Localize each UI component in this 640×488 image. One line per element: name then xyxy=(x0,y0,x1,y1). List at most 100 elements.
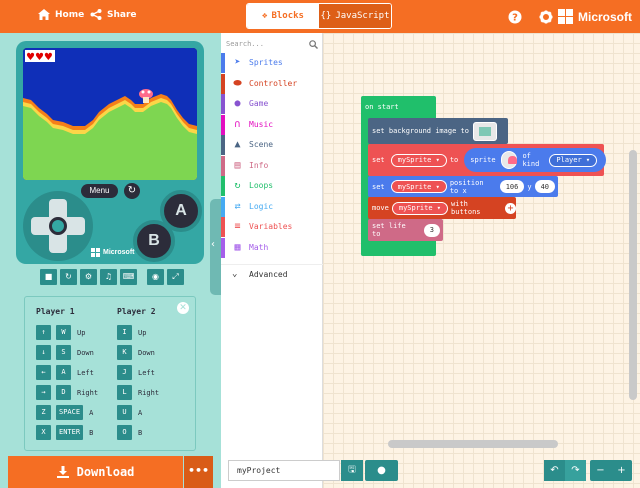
key-cap: → xyxy=(36,385,51,400)
home-button[interactable]: Home xyxy=(38,9,84,20)
move-label: move xyxy=(372,204,389,212)
redo-icon: ↷ xyxy=(571,465,580,476)
hearts-life-display: ♥♥♥ xyxy=(26,52,53,63)
chevron-left-icon: ‹ xyxy=(211,239,215,250)
to-label: to xyxy=(449,156,459,164)
category-game[interactable]: ● Game xyxy=(221,94,323,114)
x-value-input[interactable]: 106 xyxy=(499,180,525,193)
screenshot-icon[interactable]: ◉ xyxy=(147,269,164,285)
key-label: A xyxy=(89,408,94,417)
b-button[interactable]: B xyxy=(133,220,175,262)
key-row: U A xyxy=(117,405,142,420)
key-label: A xyxy=(138,408,143,417)
key-cap: ↓ xyxy=(36,345,51,360)
search-input[interactable]: Search... xyxy=(226,40,264,48)
console-brand: Microsoft xyxy=(91,248,135,257)
home-label: Home xyxy=(55,9,85,20)
puzzle-icon: ❖ xyxy=(262,11,268,21)
y-label: y xyxy=(527,182,532,191)
category-sprites[interactable]: ➤ Sprites xyxy=(221,53,323,73)
vertical-scrollbar[interactable] xyxy=(629,150,637,400)
category-advanced[interactable]: ⌄ Advanced xyxy=(221,264,323,284)
category-math[interactable]: ▦ Math xyxy=(221,238,323,258)
undo-icon: ↶ xyxy=(550,465,559,476)
save-button[interactable]: 🖫 xyxy=(341,460,363,481)
variable-dropdown[interactable]: mySprite ▾ xyxy=(390,180,447,193)
project-name-input[interactable]: myProject xyxy=(228,460,340,481)
close-icon[interactable]: ✕ xyxy=(177,302,189,314)
tab-javascript[interactable]: {} JavaScript xyxy=(319,4,391,28)
dpad-center xyxy=(49,217,67,235)
toolbox-search[interactable]: Search... xyxy=(226,37,318,51)
set-position-label: set xyxy=(372,182,385,191)
download-button[interactable]: Download xyxy=(8,456,183,488)
zoom-out-button[interactable]: − xyxy=(590,460,611,481)
keyboard-icon[interactable]: ⌨ xyxy=(120,269,137,285)
stop-icon[interactable]: ■ xyxy=(40,269,57,285)
zoom-out-icon: − xyxy=(596,465,605,476)
key-label: Right xyxy=(77,388,99,397)
variable-dropdown[interactable]: mySprite ▾ xyxy=(390,153,447,167)
game-screen[interactable]: ♥♥♥ xyxy=(23,48,197,180)
redo-button[interactable]: ↷ xyxy=(565,460,586,481)
set-sprite-block[interactable]: set mySprite ▾ to sprite of kind Player … xyxy=(368,144,607,176)
help-icon: ? xyxy=(508,10,522,24)
set-background-block[interactable]: set background image to xyxy=(368,118,508,144)
key-row: ← A Left xyxy=(36,365,94,380)
set-life-block[interactable]: set life to 3 xyxy=(368,219,443,241)
category-controller[interactable]: ⬬ Controller xyxy=(221,74,323,94)
background-image-picker[interactable] xyxy=(472,121,497,141)
plus-icon[interactable]: + xyxy=(505,202,516,214)
variable-name: mySprite xyxy=(397,156,432,164)
more-options-button[interactable]: ••• xyxy=(184,456,213,488)
y-value-input[interactable]: 40 xyxy=(534,180,555,193)
category-variables[interactable]: ≡ Variables xyxy=(221,217,323,237)
category-label: Sprites xyxy=(249,58,283,67)
github-button[interactable]: ● xyxy=(365,460,398,481)
category-scene[interactable]: ▲ Scene xyxy=(221,135,323,155)
player1-heading: Player 1 xyxy=(36,307,75,316)
gear-icon xyxy=(539,10,553,24)
key-row: X ENTER B xyxy=(36,425,93,440)
category-label: Variables xyxy=(249,222,293,231)
key-row: ↓ S Down xyxy=(36,345,94,360)
category-label: Controller xyxy=(249,79,298,88)
github-icon: ● xyxy=(377,465,386,476)
sound-icon[interactable]: ♫ xyxy=(100,269,117,285)
set-position-block[interactable]: set mySprite ▾ position to x 106 y 40 xyxy=(368,176,558,197)
life-value-input[interactable]: 3 xyxy=(423,223,440,237)
help-button[interactable]: ? xyxy=(508,9,522,24)
kind-dropdown[interactable]: Player ▾ xyxy=(549,153,598,167)
key-cap: SPACE xyxy=(56,405,84,420)
variable-dropdown[interactable]: mySprite ▾ xyxy=(391,201,449,215)
horizontal-scrollbar[interactable] xyxy=(388,440,558,448)
sprite-image-picker[interactable] xyxy=(500,151,518,169)
move-with-buttons-block[interactable]: move mySprite ▾ with buttons + xyxy=(368,197,516,219)
category-loops[interactable]: ↻ Loops xyxy=(221,176,323,196)
set-life-label: set life to xyxy=(372,222,406,238)
key-cap: W xyxy=(56,325,71,340)
microsoft-logo[interactable]: Microsoft xyxy=(558,9,632,24)
code-braces-icon: {} xyxy=(320,11,332,21)
sprite-of-kind-block[interactable]: sprite of kind Player ▾ xyxy=(464,148,607,172)
restart-icon[interactable]: ↻ xyxy=(124,183,140,199)
category-logic[interactable]: ⇄ Logic xyxy=(221,197,323,217)
microsoft-grid-icon xyxy=(91,248,100,257)
key-cap: O xyxy=(117,425,132,440)
zoom-in-button[interactable]: + xyxy=(611,460,632,481)
restart-sim-icon[interactable]: ↻ xyxy=(60,269,77,285)
fullscreen-icon[interactable]: ⤢ xyxy=(167,269,184,285)
home-icon xyxy=(38,9,50,20)
tab-blocks[interactable]: ❖ Blocks xyxy=(247,4,319,28)
dpad[interactable] xyxy=(23,191,93,261)
settings-button[interactable] xyxy=(539,9,553,24)
debug-icon[interactable]: ⚙ xyxy=(80,269,97,285)
share-button[interactable]: Share xyxy=(90,9,137,20)
category-info[interactable]: ▤ Info xyxy=(221,156,323,176)
undo-button[interactable]: ↶ xyxy=(544,460,565,481)
key-row: Z SPACE A xyxy=(36,405,93,420)
of-kind-label: of kind xyxy=(522,152,540,168)
category-music[interactable]: ∩ Music xyxy=(221,115,323,135)
menu-button[interactable]: Menu xyxy=(81,184,118,198)
collapse-simulator-handle[interactable]: ‹ xyxy=(210,199,221,295)
